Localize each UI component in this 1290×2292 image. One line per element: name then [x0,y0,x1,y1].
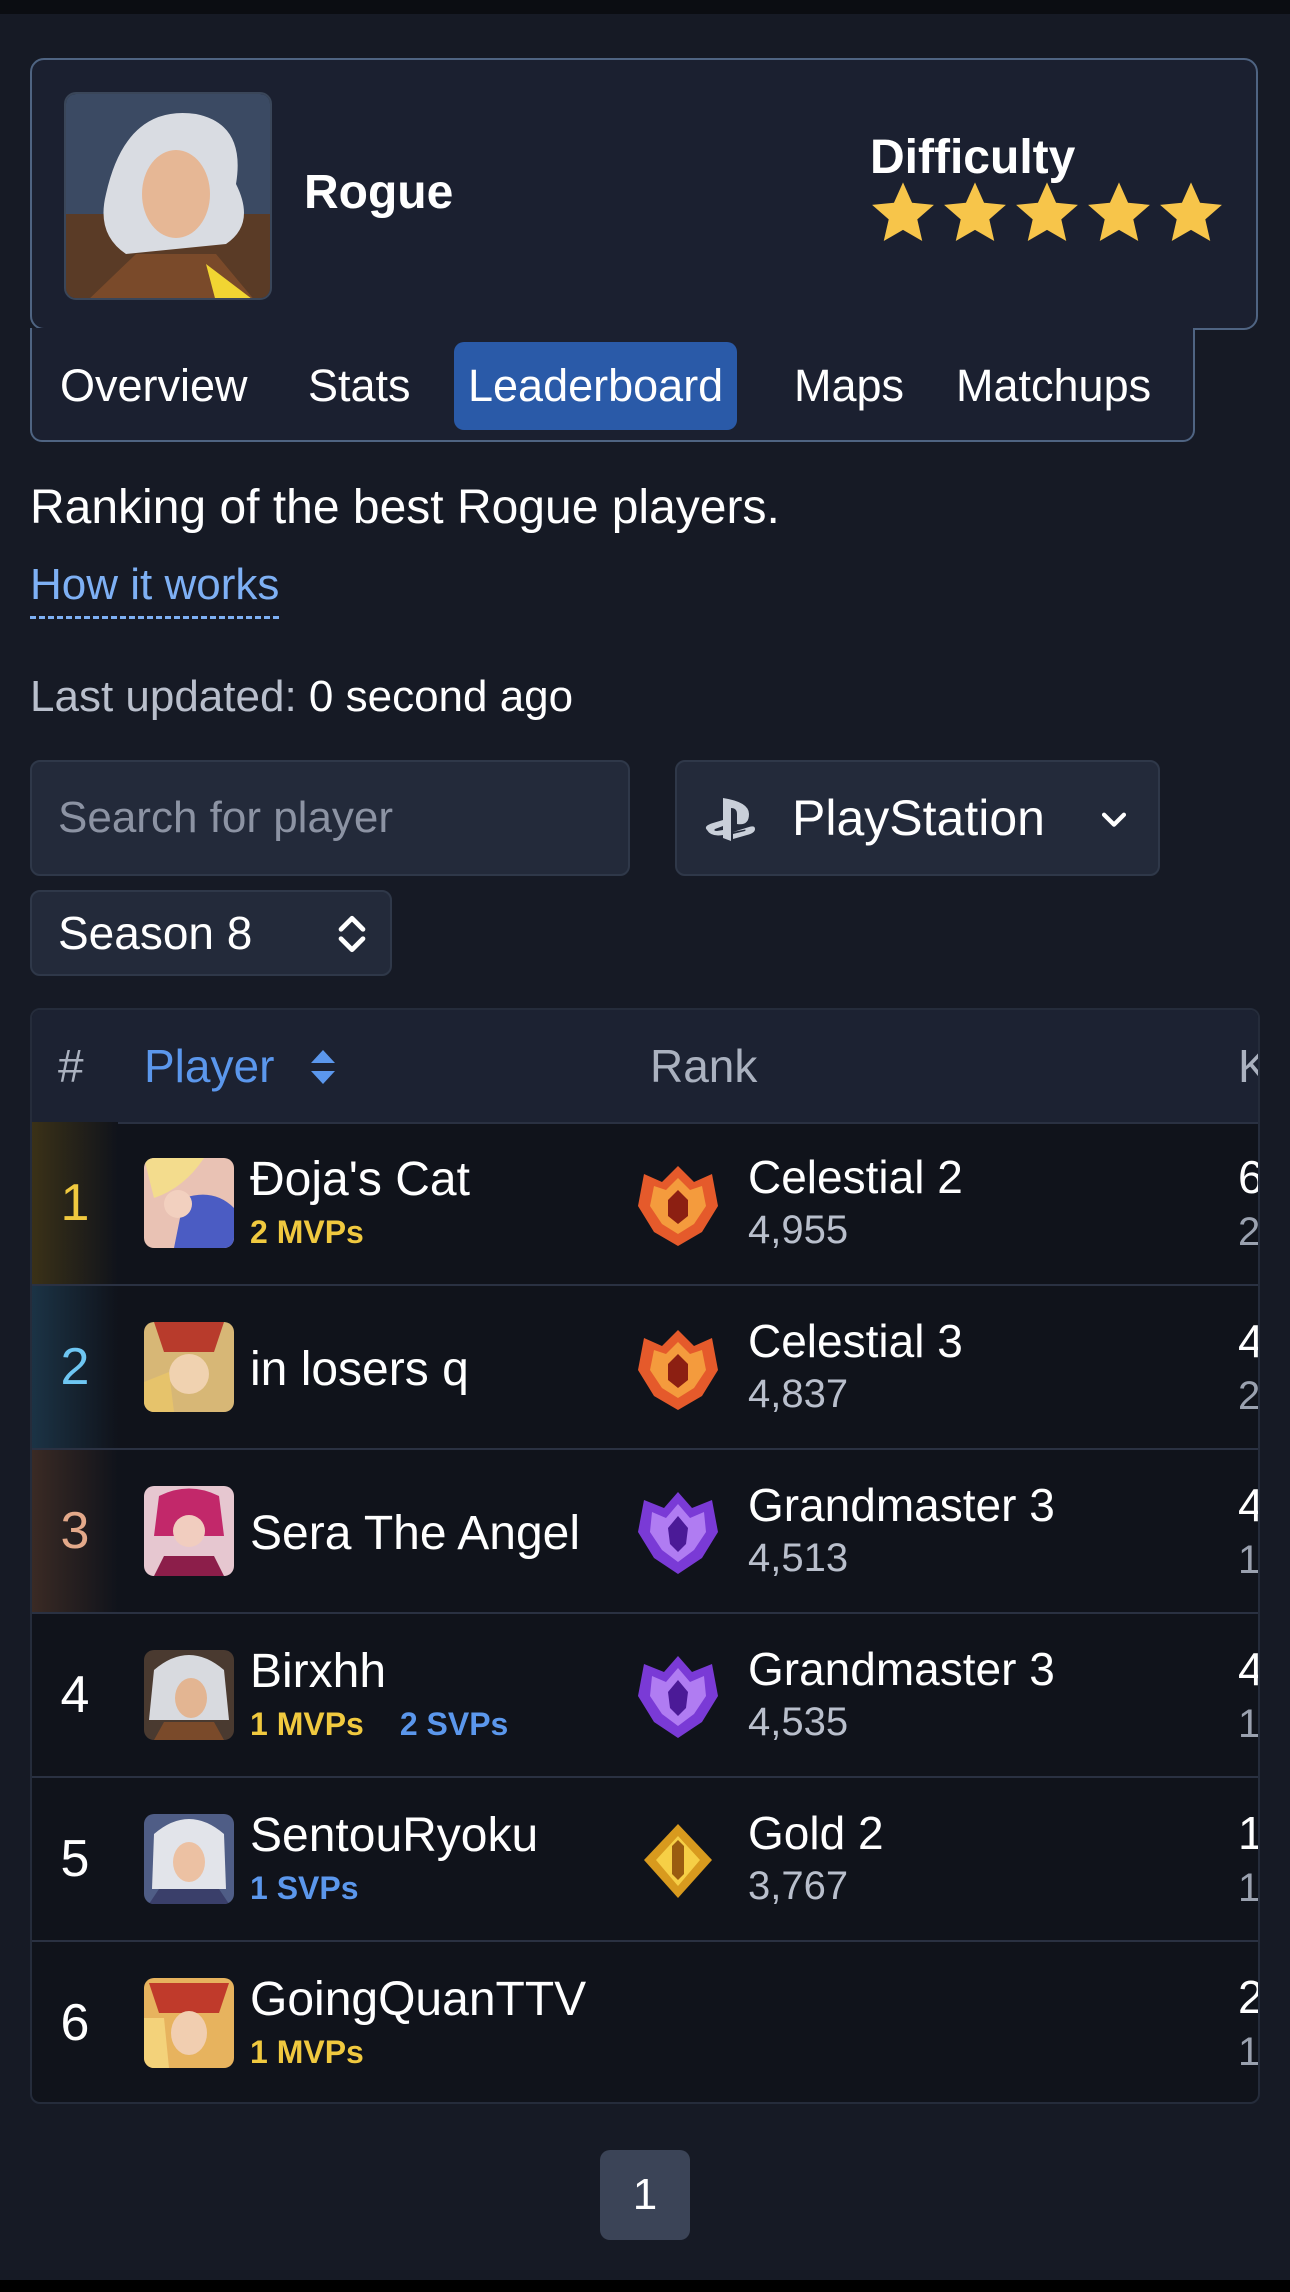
rank-score: 4,535 [748,1700,849,1744]
chevron-up-down-icon [338,915,366,953]
k-subvalue: 1 [1238,1866,1260,1910]
home-indicator-bar [0,2280,1290,2292]
table-row[interactable]: 4 Birxhh 1 MVPs 2 SVPs Grandmaster 3 4,53… [32,1614,1258,1778]
player-name[interactable]: SentouRyoku [250,1808,538,1863]
column-header-rank: Rank [650,1040,758,1092]
celestial-rank-icon [638,1330,718,1410]
player-badges: 1 MVPs 2 SVPs [250,1706,508,1743]
celestial-rank-icon [638,1166,718,1246]
svp-count: 2 SVPs [399,1706,509,1742]
table-row[interactable]: 1 Đoja's Cat 2 MVPs Celestial 2 4,955 6 … [32,1122,1258,1286]
hero-card: Rogue Difficulty [30,58,1258,330]
k-value: 1 [1238,1806,1258,1860]
star-icon [944,182,1006,241]
avatar [144,1978,234,2068]
player-name[interactable]: Birxhh [250,1644,386,1699]
chevron-down-icon [1101,812,1127,827]
hero-portrait [64,92,272,300]
rank-name: Celestial 3 [748,1315,963,1367]
player-badges: 1 SVPs [250,1870,359,1907]
player-name[interactable]: Sera The Angel [250,1506,580,1561]
k-subvalue: 2 [1238,1210,1260,1254]
row-position: 4 [60,1666,90,1724]
k-subvalue: 1 [1238,2030,1260,2074]
table-row[interactable]: 3 Sera The Angel Grandmaster 3 4,513 4 1 [32,1450,1258,1614]
table-row[interactable]: 5 SentouRyoku 1 SVPs Gold 2 3,767 1 1 [32,1778,1258,1942]
gold-rank-icon [644,1824,712,1898]
pagination-page-button[interactable]: 1 [600,2150,690,2240]
table-row[interactable]: 6 GoingQuanTTV 1 MVPs 2 1 [32,1942,1260,2102]
k-value: 4 [1238,1642,1258,1696]
search-input[interactable]: Search for player [30,760,630,876]
tab-overview[interactable]: Overview [46,342,262,430]
row-position: 3 [60,1502,90,1560]
leaderboard-table: # Player Rank K 1 Đoja's Cat 2 MVPs Cele… [30,1008,1260,2104]
hero-name: Rogue [304,166,454,219]
season-select[interactable]: Season 8 [30,890,392,976]
hero-tabs: Overview Stats Leaderboard Maps Matchups [30,328,1195,442]
platform-select[interactable]: PlayStation [675,760,1160,876]
season-label: Season 8 [58,907,253,959]
k-value: 4 [1238,1478,1258,1532]
star-icon [872,182,934,241]
tab-stats[interactable]: Stats [294,342,425,430]
star-icon [1160,182,1222,241]
leaderboard-description: Ranking of the best Rogue players. [30,481,780,534]
playstation-icon [705,798,755,841]
tab-matchups[interactable]: Matchups [942,342,1165,430]
player-name[interactable]: Đoja's Cat [250,1152,470,1207]
k-value: 6 [1238,1150,1258,1204]
svp-count: 1 SVPs [250,1870,359,1906]
avatar [144,1158,234,1248]
tab-maps[interactable]: Maps [780,342,918,430]
table-header: # Player Rank K [32,1010,1258,1124]
grandmaster-rank-icon [638,1492,718,1574]
k-subvalue: 1 [1238,1538,1260,1582]
how-it-works-link[interactable]: How it works [30,560,280,619]
column-header-player[interactable]: Player [144,1010,274,1122]
mvp-count: 1 MVPs [250,1706,364,1742]
k-value: 2 [1238,1970,1258,2024]
rank-name: Gold 2 [748,1807,884,1859]
difficulty-label: Difficulty [870,131,1076,184]
column-header-position: # [58,1040,84,1092]
sort-icon[interactable] [307,1046,339,1088]
avatar [144,1322,234,1412]
k-subvalue: 2 [1238,1374,1260,1418]
rank-score: 4,513 [748,1536,849,1580]
star-icon [1016,182,1078,241]
player-name[interactable]: GoingQuanTTV [250,1972,586,2027]
player-name[interactable]: in losers q [250,1342,469,1397]
status-bar [0,0,1290,14]
k-subvalue: 1 [1238,1702,1260,1746]
avatar [144,1814,234,1904]
player-badges: 1 MVPs [250,2034,364,2071]
player-badges: 2 MVPs [250,1214,364,1251]
avatar [144,1650,234,1740]
last-updated: Last updated: 0 second ago [30,672,573,722]
rank-score: 3,767 [748,1864,849,1908]
avatar [144,1486,234,1576]
difficulty-stars [868,178,1226,248]
star-icon [1088,182,1150,241]
platform-label: PlayStation [792,790,1045,846]
row-position: 2 [60,1338,90,1396]
rank-name: Grandmaster 3 [748,1643,1055,1695]
mvp-count: 1 MVPs [250,2034,364,2070]
rank-name: Grandmaster 3 [748,1479,1055,1531]
row-position: 1 [60,1174,90,1232]
row-position: 6 [60,1994,90,2052]
row-position: 5 [60,1830,90,1888]
last-updated-label: Last updated: [30,672,297,721]
k-value: 4 [1238,1314,1258,1368]
mvp-count: 2 MVPs [250,1214,364,1250]
column-header-k: K [1238,1010,1258,1122]
table-row[interactable]: 2 in losers q Celestial 3 4,837 4 2 [32,1286,1258,1450]
rank-name: Celestial 2 [748,1151,963,1203]
last-updated-value: 0 second ago [308,672,574,721]
grandmaster-rank-icon [638,1656,718,1738]
tab-leaderboard[interactable]: Leaderboard [454,342,738,430]
rank-score: 4,837 [748,1372,849,1416]
rank-score: 4,955 [748,1208,849,1252]
